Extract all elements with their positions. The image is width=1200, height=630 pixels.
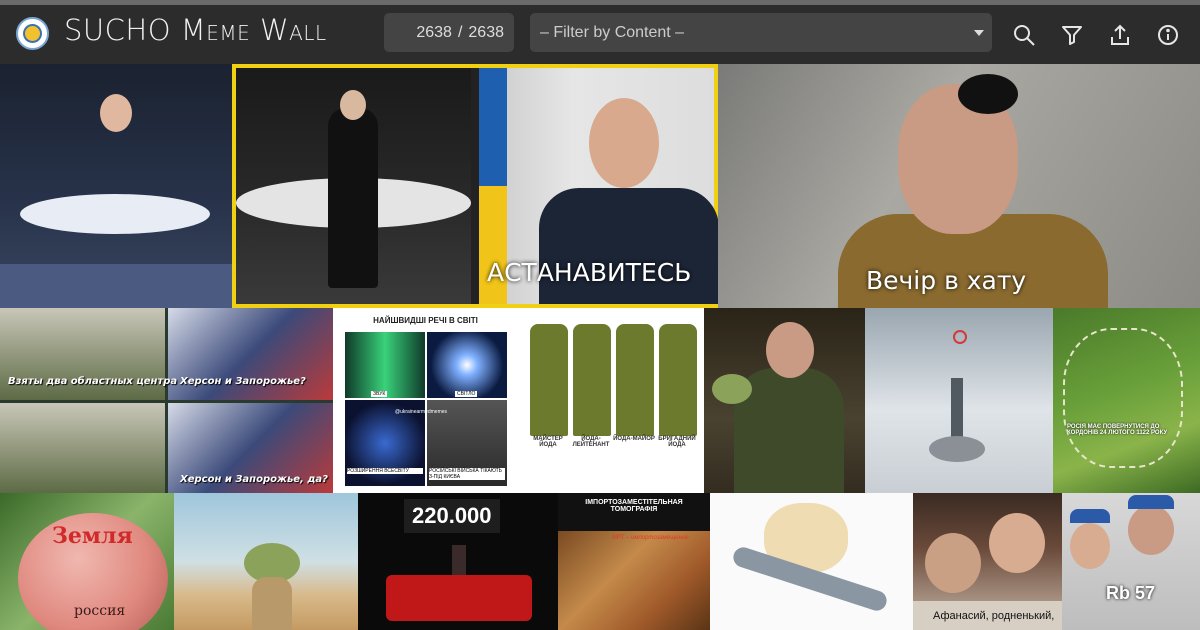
label-light: СВІТЛО	[455, 391, 478, 397]
meme-caption-2: россия	[74, 603, 126, 619]
hat-shape-2	[1128, 495, 1174, 509]
meme-tile-selected-pair[interactable]: АСТАНАВИТЕСЬ	[232, 64, 718, 308]
meme-tile-monument[interactable]	[865, 308, 1053, 493]
panel-bottom-left	[0, 403, 165, 493]
meme-caption: АСТАНАВИТЕСЬ	[487, 258, 692, 287]
red-map-shape	[386, 575, 532, 621]
meme-caption-1: Взяты два областных центра	[8, 376, 178, 387]
meme-title: ІМПОРТОЗАМЕСТІТЕЛЬНАЯ ТОМОГРАФІЯ	[585, 499, 683, 513]
app-title[interactable]: SUCHO Meme Wall	[64, 13, 327, 47]
stage-floor	[0, 264, 232, 308]
meme-caption-1: Земля	[52, 523, 133, 549]
sucho-logo-icon[interactable]	[16, 17, 49, 50]
meme-tile-baby-yoda-desert[interactable]	[174, 493, 358, 630]
meme-tile-220000[interactable]: 220.000	[358, 493, 558, 630]
base-shape	[929, 436, 985, 462]
meme-grid: АСТАНАВИТЕСЬ Вечір в хату Взяты два обла…	[0, 64, 1200, 630]
hair-shape	[958, 74, 1018, 114]
face-shape	[766, 322, 814, 378]
info-icon[interactable]	[1156, 23, 1180, 47]
meme-tile-puppy[interactable]	[710, 493, 913, 630]
sound-panel	[345, 332, 425, 398]
counter-total: 2638	[468, 23, 504, 41]
search-icon[interactable]	[1012, 23, 1036, 47]
painting-shape	[558, 531, 710, 630]
item-counter[interactable]: 2638 / 2638	[384, 13, 514, 52]
epaulette-4	[659, 324, 697, 436]
meme-counter: 220.000	[404, 499, 500, 533]
filter-placeholder: – Filter by Content –	[540, 23, 685, 41]
meme-caption: РОСІЯ МАЄ ПОВЕРНУТИСЯ ДО КОРДОНІВ 24 ЛЮТ…	[1067, 424, 1168, 436]
rank-label-1: МАЙСТЕР ЙОДА	[533, 436, 563, 448]
meme-tile-soldier-yoda[interactable]	[704, 308, 865, 493]
tutu-shape	[20, 194, 210, 234]
filter-icon[interactable]	[1060, 23, 1084, 47]
robe-shape	[252, 577, 292, 630]
rank-label-4: БРИГАДНИЙ ЙОДА	[658, 436, 696, 448]
share-icon[interactable]	[1108, 23, 1132, 47]
face-shape	[589, 98, 659, 188]
meme-caption: Афанасий, родненький,	[933, 610, 1055, 622]
counter-separator: /	[457, 23, 463, 41]
meme-tile-vechir[interactable]: Вечір в хату	[718, 64, 1200, 308]
border-outline-shape	[1063, 328, 1183, 468]
dark-figure-shape	[328, 108, 378, 288]
face-shape-1	[925, 533, 981, 593]
meme-tile-ballet[interactable]	[0, 64, 232, 308]
meme-tile-tomography[interactable]: ІМПОРТОЗАМЕСТІТЕЛЬНАЯ ТОМОГРАФІЯ МРТ – и…	[558, 493, 710, 630]
ballet-stage-panel	[236, 68, 471, 304]
small-figure-shape	[452, 545, 466, 575]
epaulette-3	[616, 324, 654, 436]
heart-icon	[953, 330, 967, 344]
label-sound: ЗВУК	[371, 391, 388, 397]
meme-caption: Rb 57	[1106, 583, 1156, 603]
meme-tile-afanasiy[interactable]: Афанасий, родненький,	[913, 493, 1062, 630]
face-shape	[100, 94, 132, 132]
meme-subtitle: МРТ – импортозамещение	[612, 535, 689, 541]
meme-tile-yoda-ranks[interactable]: МАЙСТЕР ЙОДА ЙОДА-ЛЕЙТЕНАНТ ЙОДА-МАЙОР Б…	[518, 308, 704, 493]
label-handle: @ukrainearmedmemes	[395, 409, 448, 415]
meme-caption-3: Херсон и Запорожье, да?	[180, 474, 328, 485]
label-universe: РОЗШИРЕННЯ ВСЕСВІТУ	[347, 468, 423, 474]
baby-yoda-shape	[712, 374, 752, 404]
face-shape	[340, 90, 366, 120]
face-shape-2	[989, 513, 1045, 573]
meme-tile-rb57[interactable]: Rb 57	[1062, 493, 1200, 630]
monument-shape	[951, 378, 963, 438]
epaulette-2	[573, 324, 611, 436]
hat-shape-1	[1070, 509, 1110, 523]
label-troops: РОСІЙСЬКІ ВІЙСЬКА ТІКАЮТЬ З-ПІД КИЄВА	[429, 468, 505, 480]
speech-panel: АСТАНАВИТЕСЬ	[479, 68, 718, 304]
epaulette-1	[530, 324, 568, 436]
meme-tile-map[interactable]: РОСІЯ МАЄ ПОВЕРНУТИСЯ ДО КОРДОНІВ 24 ЛЮТ…	[1053, 308, 1200, 493]
rank-label-2: ЙОДА-ЛЕЙТЕНАНТ	[572, 436, 610, 448]
meme-caption: Вечір в хату	[866, 266, 1027, 295]
chevron-down-icon	[974, 30, 984, 36]
meme-tile-zemlya[interactable]: Земля россия	[0, 493, 174, 630]
meme-tile-fastest[interactable]: НАЙШВИДШІ РЕЧІ В СВІТІ ЗВУК СВІТЛО @ukra…	[333, 308, 518, 493]
meme-caption-2: Херсон и Запорожье?	[180, 376, 306, 387]
meme-title: НАЙШВИДШІ РЕЧІ В СВІТІ	[373, 316, 478, 325]
face-shape-2	[1128, 505, 1174, 555]
light-panel	[427, 332, 507, 398]
meme-tile-generals[interactable]: Взяты два областных центра Херсон и Запо…	[0, 308, 333, 493]
top-bar: SUCHO Meme Wall 2638 / 2638 – Filter by …	[0, 0, 1200, 64]
counter-current: 2638	[416, 23, 452, 41]
content-filter-select[interactable]: – Filter by Content –	[530, 13, 992, 52]
rank-label-3: ЙОДА-МАЙОР	[613, 436, 655, 442]
face-shape-1	[1070, 523, 1110, 569]
